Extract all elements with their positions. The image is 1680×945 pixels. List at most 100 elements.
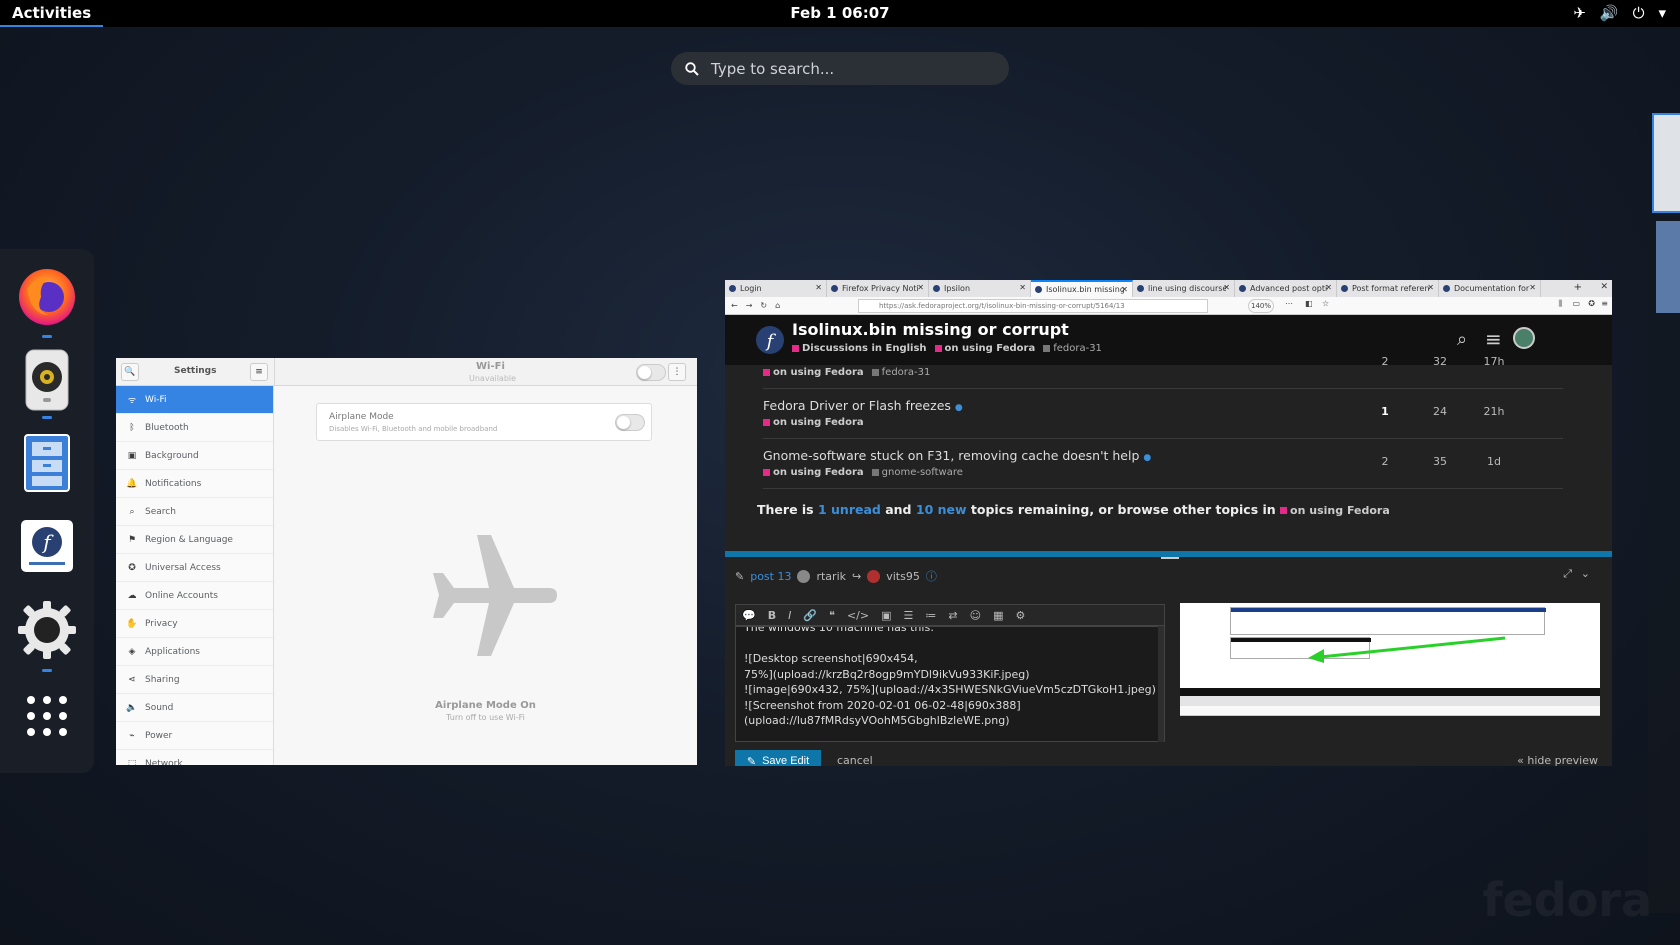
numbered-list-icon[interactable]: ≔ [925, 609, 936, 622]
menu-button[interactable]: ≡ [250, 363, 268, 381]
sidebar-item-privacy[interactable]: ✋ Privacy [116, 610, 273, 638]
link-icon[interactable]: 🔗 [803, 609, 817, 622]
sidebar-item-online-accounts[interactable]: ☁ Online Accounts [116, 582, 273, 610]
rtl-icon[interactable]: ⇄ [948, 609, 957, 622]
unread-link[interactable]: 1 unread [818, 502, 881, 517]
new-tab-button[interactable]: + [1574, 282, 1582, 293]
reload-icon[interactable]: ↻ [760, 301, 767, 310]
close-icon[interactable]: ✕ [917, 283, 924, 292]
clock[interactable]: Feb 1 06:07 [790, 4, 889, 22]
composer[interactable]: ✎ post 13 rtarik ↪ vits95 ⓘ ⤢ ⌄ 💬 B I 🔗 … [725, 551, 1612, 766]
activity-time[interactable]: 21h [1479, 405, 1509, 418]
browser-tab[interactable]: Post format referenc ✕ [1337, 280, 1439, 297]
topic-title[interactable]: Isolinux.bin missing or corrupt [792, 320, 1069, 339]
new-link[interactable]: 10 new [916, 502, 967, 517]
zoom-indicator[interactable]: 140% [1248, 299, 1274, 313]
expand-icon[interactable]: ⤢ [1563, 567, 1572, 581]
more-button[interactable]: ⋮ [668, 363, 686, 381]
scrollbar[interactable] [1158, 626, 1164, 742]
table-row[interactable]: Fedora Driver or Flash freezes ● on usin… [763, 389, 1563, 439]
category-label[interactable]: on using Fedora [773, 467, 864, 478]
italic-icon[interactable]: I [788, 609, 791, 622]
sidebar-icon[interactable]: ▭ [1572, 299, 1580, 308]
sidebar-item-power[interactable]: ⌁ Power [116, 722, 273, 750]
window-close-button[interactable]: ✕ [1600, 282, 1608, 292]
topic-link[interactable]: Gnome-software stuck on F31, removing ca… [763, 448, 1139, 463]
post-link[interactable]: post 13 [750, 570, 791, 583]
user-name[interactable]: rtarik [816, 570, 846, 583]
save-edit-button[interactable]: ✎ Save Edit [735, 750, 821, 766]
sidebar-item-applications[interactable]: ◈ Applications [116, 638, 273, 666]
browser-tab[interactable]: Ipsilon ✕ [929, 280, 1031, 297]
airplane-mode-row[interactable]: Airplane Mode Disables Wi-Fi, Bluetooth … [316, 403, 652, 441]
browser-tab[interactable]: Firefox Privacy Noti ✕ [827, 280, 929, 297]
activities-button[interactable]: Activities [0, 0, 104, 27]
category-link[interactable]: on using Fedora [1290, 504, 1390, 517]
more-horizontal-icon[interactable]: ⋯ [1285, 299, 1293, 308]
hide-preview-link[interactable]: « hide preview [1517, 754, 1598, 766]
tag-label[interactable]: gnome-software [882, 467, 963, 478]
airplane-mode-toggle[interactable] [615, 414, 645, 431]
speech-bubble-icon[interactable]: 💬 [742, 609, 756, 622]
rhythmbox-icon[interactable] [13, 346, 81, 414]
app-grid-icon[interactable] [13, 682, 81, 750]
files-icon[interactable] [13, 429, 81, 497]
system-tray[interactable]: ✈ 🔊 ⏻ ▾ [1573, 4, 1666, 22]
gear-icon[interactable]: ⚙ [1015, 609, 1025, 622]
settings-icon[interactable] [13, 596, 81, 664]
calendar-icon[interactable]: ▦ [993, 609, 1003, 622]
topic-link[interactable]: Fedora Driver or Flash freezes [763, 398, 951, 413]
tag-label[interactable]: fedora-31 [882, 367, 931, 378]
close-icon[interactable]: ✕ [1019, 283, 1026, 292]
browser-tab[interactable]: Documentation for D ✕ [1439, 280, 1541, 297]
sidebar-item-search[interactable]: ⌕ Search [116, 498, 273, 526]
sidebar-item-network[interactable]: ⬚ Network [116, 750, 273, 766]
table-row[interactable]: Gnome-software stuck on F31, removing ca… [763, 439, 1563, 489]
bold-icon[interactable]: B [768, 609, 776, 622]
pocket-icon[interactable]: ◧ [1305, 299, 1313, 308]
close-icon[interactable]: ✕ [815, 283, 822, 292]
composer-grippie[interactable] [1161, 557, 1179, 559]
sidebar-item-wi-fi[interactable]: ᯤ Wi-Fi [116, 386, 273, 414]
search-entry[interactable]: Type to search... [671, 52, 1009, 85]
chevron-down-icon[interactable]: ⌄ [1581, 567, 1590, 580]
sidebar-item-background[interactable]: ▣ Background [116, 442, 273, 470]
sidebar-item-notifications[interactable]: 🔔 Notifications [116, 470, 273, 498]
forward-icon[interactable]: → [746, 301, 753, 310]
composer-textarea[interactable]: The windows 10 machine has this: ![Deskto… [735, 626, 1165, 742]
sidebar-item-sharing[interactable]: ⋖ Sharing [116, 666, 273, 694]
sidebar-item-universal-access[interactable]: ✪ Universal Access [116, 554, 273, 582]
bullet-list-icon[interactable]: ☰ [904, 609, 914, 622]
back-icon[interactable]: ← [731, 301, 738, 310]
table-row[interactable]: on using Fedora fedora-31 2 32 17h [763, 339, 1563, 389]
search-button[interactable]: 🔍 [121, 363, 139, 381]
close-icon[interactable]: ✕ [1223, 283, 1230, 292]
cancel-link[interactable]: cancel [837, 754, 873, 766]
category-label[interactable]: on using Fedora [773, 417, 864, 428]
settings-window[interactable]: 🔍 Settings ≡ Wi-Fi Unavailable ⋮ ✕ ᯤ Wi-F… [116, 358, 697, 765]
home-icon[interactable]: ⌂ [775, 301, 780, 310]
workspace-thumbnail-active[interactable] [1652, 113, 1680, 213]
firefox-window[interactable]: Login ✕ Firefox Privacy Noti ✕ Ipsilon ✕ Isoli… [725, 280, 1612, 766]
sidebar-item-region-language[interactable]: ⚑ Region & Language [116, 526, 273, 554]
info-icon[interactable]: ⓘ [926, 568, 937, 584]
extension-icon[interactable]: ✪ [1588, 299, 1595, 308]
image-icon[interactable]: ▣ [881, 609, 891, 622]
browser-tab[interactable]: line using discourse p✕ [1133, 280, 1235, 297]
activity-time[interactable]: 17h [1479, 355, 1509, 368]
browser-tab[interactable]: Isolinux.bin missing ✕ [1031, 280, 1133, 297]
star-icon[interactable]: ☆ [1322, 299, 1329, 308]
firefox-icon[interactable] [13, 263, 81, 331]
sidebar-item-bluetooth[interactable]: ᛒ Bluetooth [116, 414, 273, 442]
user-name[interactable]: vits95 [886, 570, 920, 583]
workspace-thumbnail[interactable] [1656, 221, 1680, 313]
sidebar-item-sound[interactable]: 🔈 Sound [116, 694, 273, 722]
activity-time[interactable]: 1d [1479, 455, 1509, 468]
emoji-icon[interactable]: ☺ [970, 609, 981, 622]
close-icon[interactable]: ✕ [1325, 283, 1332, 292]
hamburger-icon[interactable]: ≡ [1601, 299, 1608, 308]
browser-tab[interactable]: Advanced post option✕ [1235, 280, 1337, 297]
quote-icon[interactable]: ❝ [829, 609, 835, 622]
category-label[interactable]: on using Fedora [773, 367, 864, 378]
browser-tab[interactable]: Login ✕ [725, 280, 827, 297]
